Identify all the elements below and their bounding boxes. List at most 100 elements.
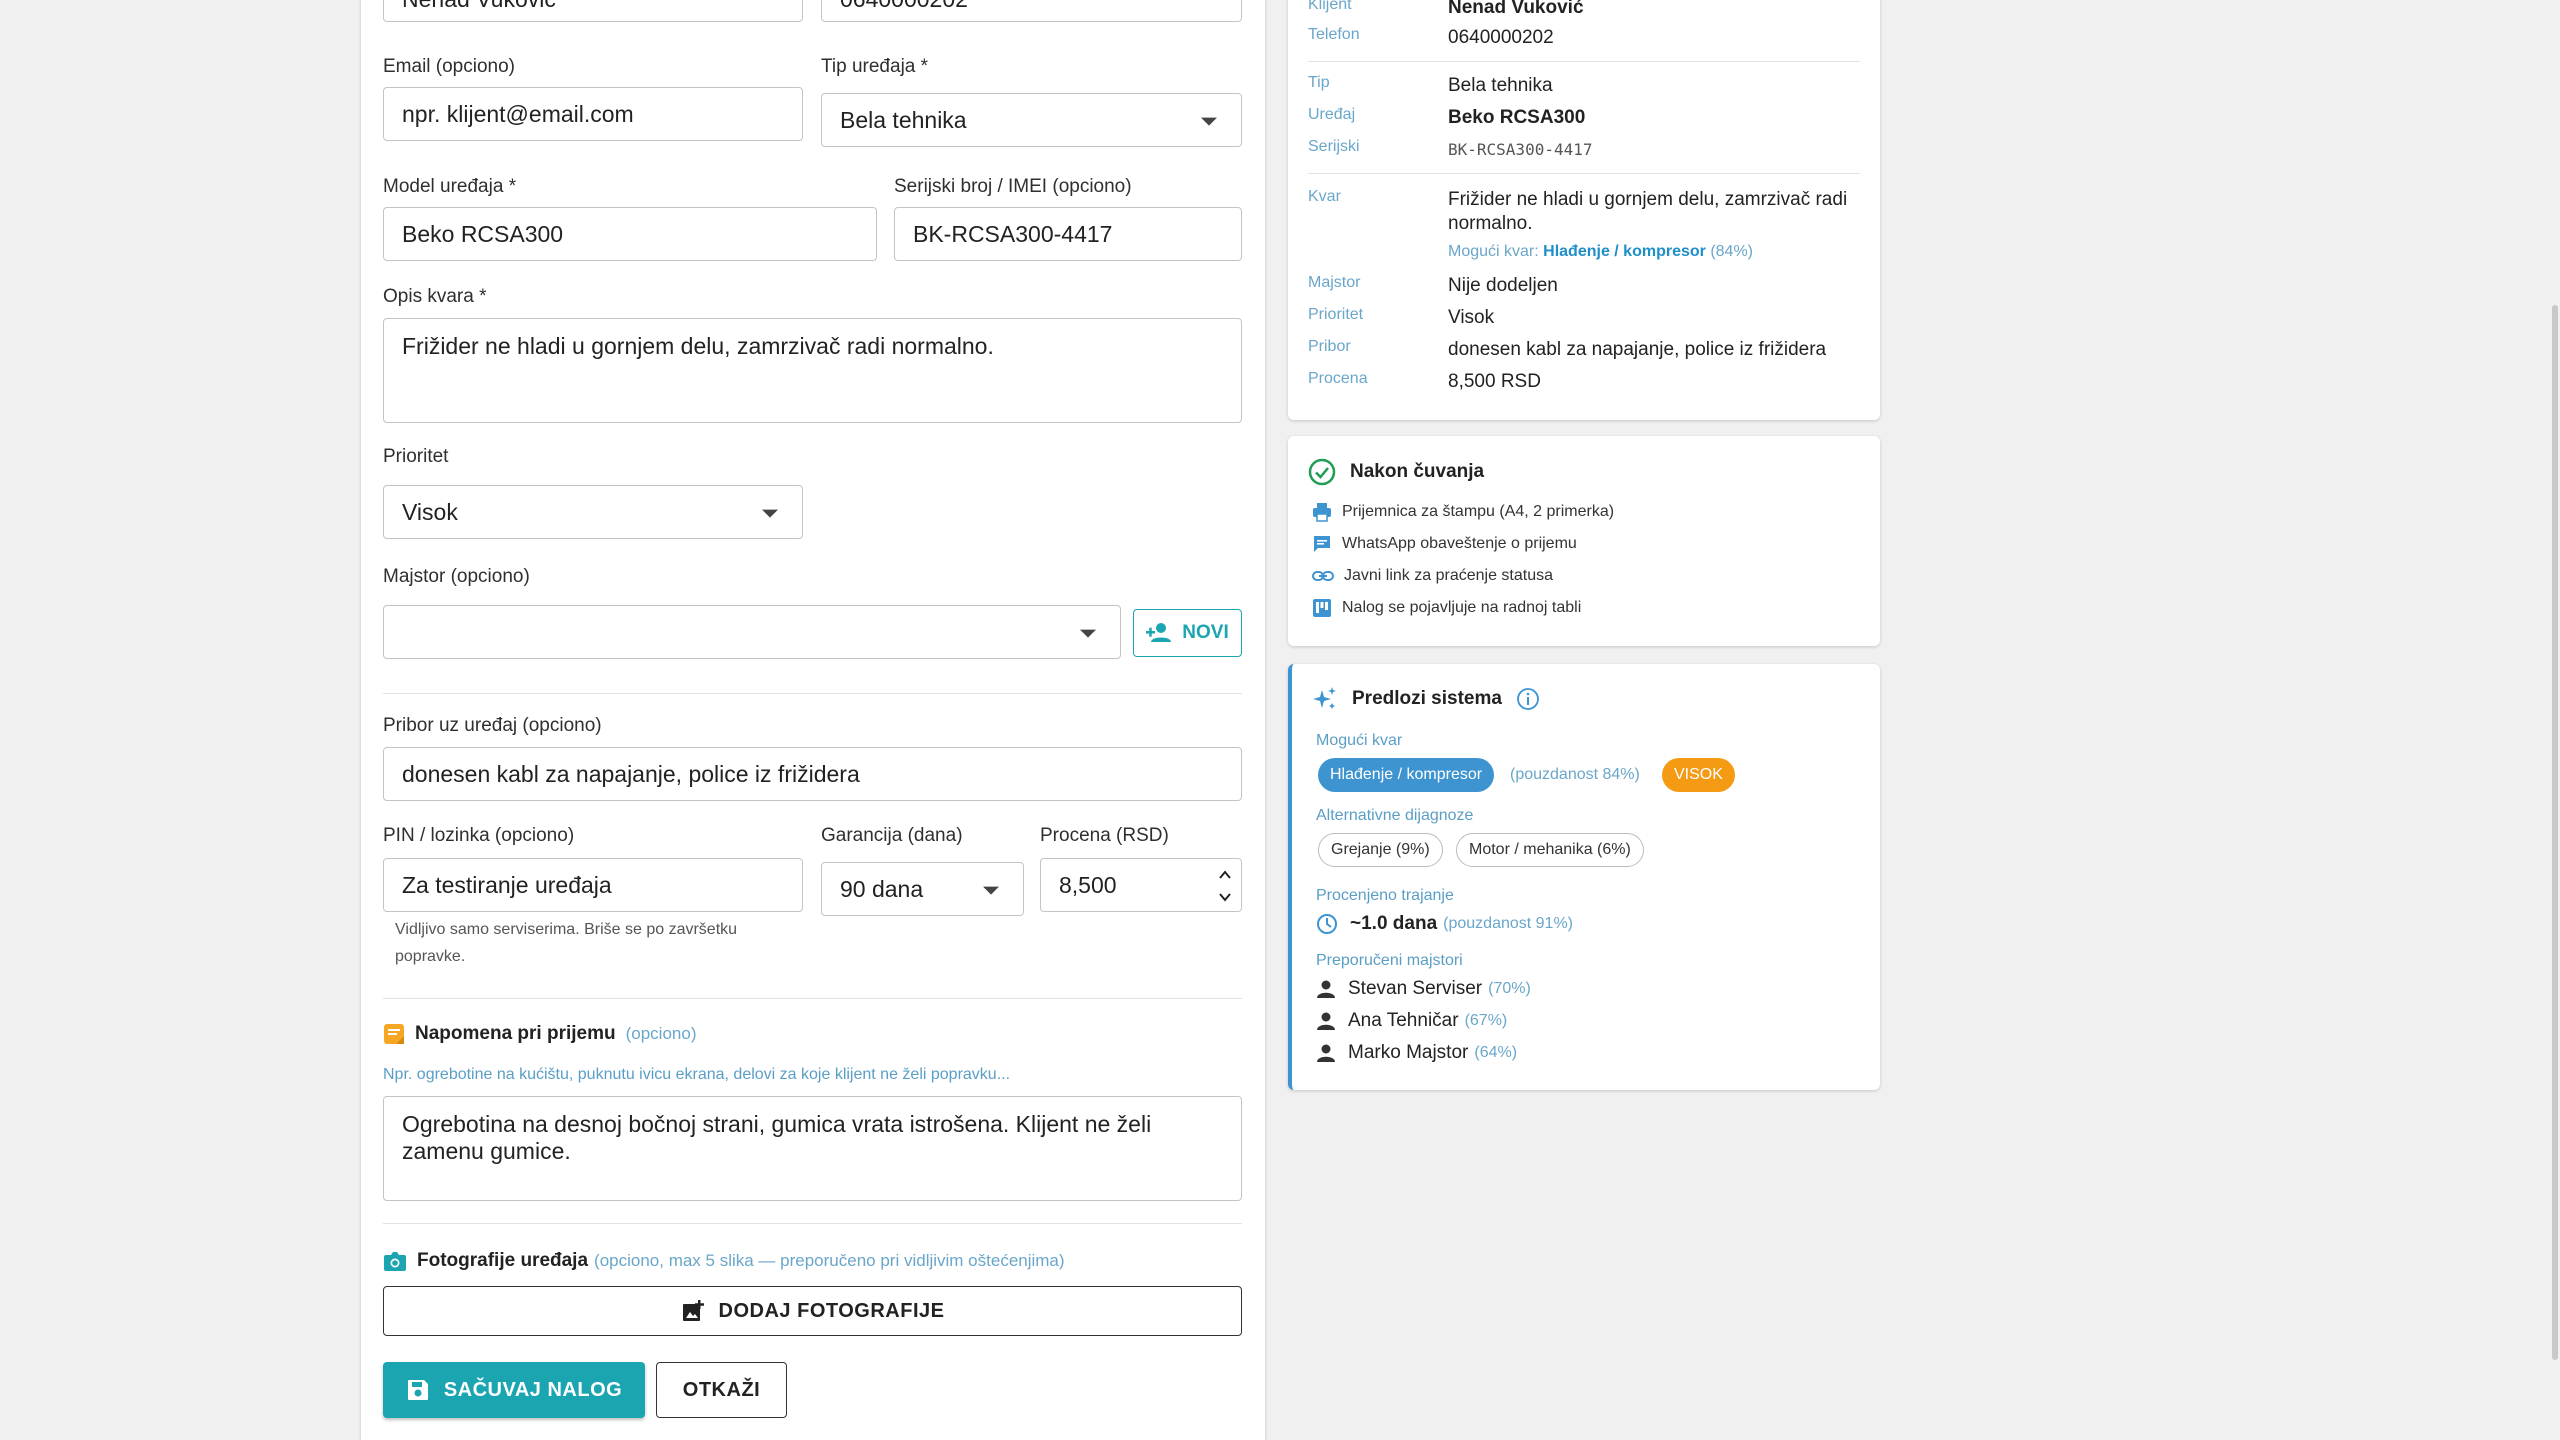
sticky-note-icon xyxy=(384,1024,404,1044)
photos-title: Fotografije uređaja xyxy=(417,1250,589,1271)
cancel-button[interactable]: OTKAŽI xyxy=(656,1362,787,1418)
suggestions-title: Predlozi sistema xyxy=(1352,688,1502,709)
summary-row-priority: Prioritet Visok xyxy=(1308,306,1868,330)
possible-fault-conf: (84%) xyxy=(1710,243,1754,260)
person-add-icon xyxy=(1146,623,1172,642)
client-name-value: Nenad Vuković xyxy=(402,0,556,13)
priority-chip[interactable]: VISOK xyxy=(1662,758,1735,792)
technician-select[interactable] xyxy=(383,605,1121,659)
after-save-header: Nakon čuvanja xyxy=(1308,458,1484,486)
priority-value: Visok xyxy=(402,498,458,525)
summary-key: Serijski xyxy=(1308,138,1360,155)
technician-name: Ana Tehničar xyxy=(1348,1010,1459,1031)
summary-key: Tip xyxy=(1308,74,1330,91)
increment-arrow-icon[interactable] xyxy=(1217,867,1233,883)
add-photos-button[interactable]: DODAJ FOTOGRAFIJE xyxy=(383,1286,1242,1336)
device-type-select[interactable]: Bela tehnika xyxy=(821,93,1242,147)
priority-label: Prioritet xyxy=(383,446,449,467)
technician-suggestion[interactable]: Stevan Serviser (70%) xyxy=(1316,978,1531,1000)
summary-value: Beko RCSA300 xyxy=(1448,107,1586,128)
summary-key: Klijent xyxy=(1308,0,1352,13)
after-save-item-label: Javni link za praćenje statusa xyxy=(1344,567,1553,584)
accessories-value: donesen kabl za napajanje, police iz fri… xyxy=(402,760,860,787)
fault-value: Frižider ne hladi u gornjem delu, zamrzi… xyxy=(402,333,994,359)
warranty-label: Garancija (dana) xyxy=(821,825,963,846)
intake-note-title: Napomena pri prijemu xyxy=(415,1023,616,1044)
estimate-field[interactable]: 8,500 xyxy=(1040,858,1242,912)
phone-value: 0640000202 xyxy=(840,0,968,13)
alt-diagnosis-chip[interactable]: Motor / mehanika (6%) xyxy=(1456,833,1644,867)
summary-value: Visok xyxy=(1448,307,1495,328)
priority-select[interactable]: Visok xyxy=(383,485,803,539)
save-order-button[interactable]: SAČUVAJ NALOG xyxy=(383,1362,645,1418)
decrement-arrow-icon[interactable] xyxy=(1217,889,1233,905)
fault-label: Opis kvara * xyxy=(383,286,487,307)
accessories-label: Pribor uz uređaj (opciono) xyxy=(383,715,602,736)
pin-field[interactable]: Za testiranje uređaja xyxy=(383,858,803,912)
serial-field[interactable]: BK-RCSA300-4417 xyxy=(894,207,1242,261)
email-field[interactable]: npr. klijent@email.com xyxy=(383,87,803,141)
device-type-value: Bela tehnika xyxy=(840,106,967,133)
summary-row-fault: Kvar Frižider ne hladi u gornjem delu, z… xyxy=(1308,188,1868,264)
chevron-down-icon xyxy=(983,886,999,895)
duration-confidence: (pouzdanost 91%) xyxy=(1443,915,1573,932)
cancel-label: OTKAŽI xyxy=(682,1378,761,1401)
divider xyxy=(383,998,1242,999)
summary-key: Kvar xyxy=(1308,188,1341,205)
summary-row-technician: Majstor Nije dodeljen xyxy=(1308,274,1868,298)
summary-possible-fault: Mogući kvar: Hlađenje / kompresor (84%) xyxy=(1448,240,1868,264)
technician-suggestion[interactable]: Ana Tehničar (67%) xyxy=(1316,1010,1507,1032)
suggestions-header: Predlozi sistema xyxy=(1312,686,1540,712)
after-save-title: Nakon čuvanja xyxy=(1350,461,1485,482)
alt-diagnosis-chip[interactable]: Grejanje (9%) xyxy=(1318,833,1443,867)
email-placeholder: npr. klijent@email.com xyxy=(402,100,634,127)
model-value: Beko RCSA300 xyxy=(402,220,564,247)
divider xyxy=(1308,61,1860,62)
summary-row-phone: Telefon 0640000202 xyxy=(1308,26,1868,50)
technician-match: (64%) xyxy=(1474,1044,1518,1061)
person-icon xyxy=(1317,1012,1335,1030)
estimate-value: 8,500 xyxy=(1059,871,1117,898)
new-technician-button[interactable]: NOVI xyxy=(1133,609,1242,657)
printer-icon xyxy=(1313,503,1331,522)
possible-fault-prefix: Mogući kvar: xyxy=(1448,243,1539,260)
technician-label: Majstor (opciono) xyxy=(383,566,530,587)
intake-note-textarea[interactable]: Ogrebotina na desnoj bočnoj strani, gumi… xyxy=(383,1096,1242,1201)
person-icon xyxy=(1317,980,1335,998)
model-label: Model uređaja * xyxy=(383,176,517,197)
technician-suggestion[interactable]: Marko Majstor (64%) xyxy=(1316,1042,1517,1064)
pin-helper-text: Vidljivo samo serviserima. Briše se po z… xyxy=(395,921,738,965)
fault-textarea[interactable]: Frižider ne hladi u gornjem delu, zamrzi… xyxy=(383,318,1242,423)
link-icon xyxy=(1312,571,1334,581)
accessories-field[interactable]: donesen kabl za napajanje, police iz fri… xyxy=(383,747,1242,801)
technician-match: (70%) xyxy=(1488,980,1531,997)
summary-value: BK-RCSA300-4417 xyxy=(1448,140,1593,159)
kanban-board-icon xyxy=(1313,599,1331,617)
warranty-select[interactable]: 90 dana xyxy=(821,862,1024,916)
model-field[interactable]: Beko RCSA300 xyxy=(383,207,877,261)
possible-fault-label: Mogući kvar xyxy=(1316,732,1403,749)
after-save-item-label: Prijemnica za štampu (A4, 2 primerka) xyxy=(1342,503,1615,520)
divider xyxy=(383,693,1242,694)
check-circle-icon xyxy=(1308,458,1336,486)
scrollbar-track[interactable] xyxy=(2550,0,2560,1440)
clock-icon xyxy=(1317,914,1337,934)
recommended-technicians-label: Preporučeni majstori xyxy=(1316,952,1463,969)
info-icon[interactable] xyxy=(1516,687,1540,711)
summary-key: Pribor xyxy=(1308,338,1351,355)
phone-field[interactable]: 0640000202 xyxy=(821,0,1242,22)
client-name-field[interactable]: Nenad Vuković xyxy=(383,0,803,22)
serial-value: BK-RCSA300-4417 xyxy=(913,220,1113,247)
summary-row-device: Uređaj Beko RCSA300 xyxy=(1308,106,1868,130)
summary-key: Prioritet xyxy=(1308,306,1364,323)
photos-note: (opciono, max 5 slika — preporučeno pri … xyxy=(594,1251,1065,1270)
technician-name: Stevan Serviser xyxy=(1348,978,1483,999)
scrollbar-thumb[interactable] xyxy=(2552,305,2558,1360)
pin-value: Za testiranje uređaja xyxy=(402,871,612,898)
fault-chip[interactable]: Hlađenje / kompresor xyxy=(1318,758,1495,792)
system-suggestions-card: Predlozi sistema Mogući kvar Hlađenje / … xyxy=(1288,664,1880,1090)
device-type-label: Tip uređaja * xyxy=(821,56,929,77)
divider xyxy=(383,1223,1242,1224)
add-photo-icon xyxy=(682,1300,704,1321)
intake-note-value: Ogrebotina na desnoj bočnoj strani, gumi… xyxy=(402,1111,1152,1164)
